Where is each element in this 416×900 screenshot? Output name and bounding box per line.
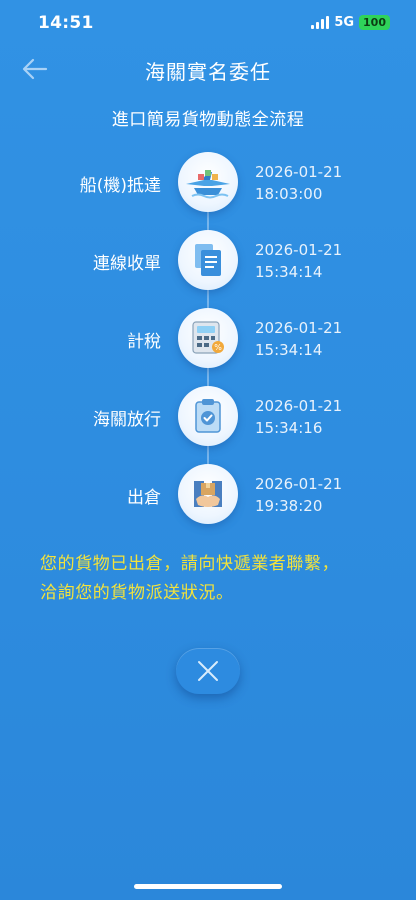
timeline-step-arrival: 船(機)抵達 2026-01-21 18:03:00 xyxy=(0,152,416,214)
home-indicator[interactable] xyxy=(134,884,282,889)
documents-icon xyxy=(178,230,238,290)
package-handover-icon xyxy=(178,464,238,524)
step-time: 18:03:00 xyxy=(255,185,323,203)
step-time: 15:34:14 xyxy=(255,341,323,359)
signal-icon xyxy=(311,16,330,29)
step-timestamp: 2026-01-21 19:38:20 xyxy=(255,473,342,517)
step-date: 2026-01-21 xyxy=(255,397,343,415)
timeline-step-customs-release: 海關放行 2026-01-21 15:34:16 xyxy=(0,386,416,448)
calculator-icon: % xyxy=(178,308,238,368)
step-timestamp: 2026-01-21 15:34:14 xyxy=(255,239,342,283)
timeline-step-tax: 計稅 % 2026-01-21 15:34:14 xyxy=(0,308,416,370)
status-message: 您的貨物已出倉，請向快遞業者聯繫， 洽詢您的貨物派送狀況。 xyxy=(40,550,390,608)
step-date: 2026-01-21 xyxy=(255,475,343,493)
step-time: 15:34:16 xyxy=(255,419,323,437)
step-date: 2026-01-21 xyxy=(255,241,343,259)
status-time: 14:51 xyxy=(38,13,94,33)
step-timestamp: 2026-01-21 15:34:14 xyxy=(255,317,342,361)
page-title: 海關實名委任 xyxy=(145,60,271,84)
clipboard-check-icon xyxy=(178,386,238,446)
svg-text:%: % xyxy=(214,343,222,352)
status-timeline: 船(機)抵達 2026-01-21 18:03:00 連線收單 2026-01-… xyxy=(0,150,416,524)
step-label: 計稅 xyxy=(127,332,161,352)
status-message-line: 您的貨物已出倉，請向快遞業者聯繫， xyxy=(40,554,340,574)
step-label: 海關放行 xyxy=(93,410,161,430)
close-button[interactable] xyxy=(176,648,240,694)
status-bar: 14:51 5G 100 xyxy=(0,0,416,46)
flow-subtitle: 進口簡易貨物動態全流程 xyxy=(111,110,305,130)
battery-icon: 100 xyxy=(359,15,390,30)
step-date: 2026-01-21 xyxy=(255,163,343,181)
step-time: 19:38:20 xyxy=(255,497,323,515)
step-timestamp: 2026-01-21 15:34:16 xyxy=(255,395,342,439)
close-icon xyxy=(198,661,218,681)
ship-plane-icon xyxy=(178,152,238,212)
timeline-step-manifest: 連線收單 2026-01-21 15:34:14 xyxy=(0,230,416,292)
step-label: 船(機)抵達 xyxy=(79,176,161,196)
step-date: 2026-01-21 xyxy=(255,319,343,337)
step-label: 連線收單 xyxy=(93,254,161,274)
step-timestamp: 2026-01-21 18:03:00 xyxy=(255,161,342,205)
status-message-line: 洽詢您的貨物派送狀況。 xyxy=(40,583,234,603)
status-indicators: 5G 100 xyxy=(311,15,390,30)
timeline-step-warehouse-out: 出倉 2026-01-21 19:38:20 xyxy=(0,464,416,526)
step-label: 出倉 xyxy=(127,488,161,508)
network-type: 5G xyxy=(334,15,355,30)
step-time: 15:34:14 xyxy=(255,263,323,281)
screen: 14:51 5G 100 海關實名委任 進口簡易貨物動態全流程 船(機)抵達 2… xyxy=(0,0,416,900)
